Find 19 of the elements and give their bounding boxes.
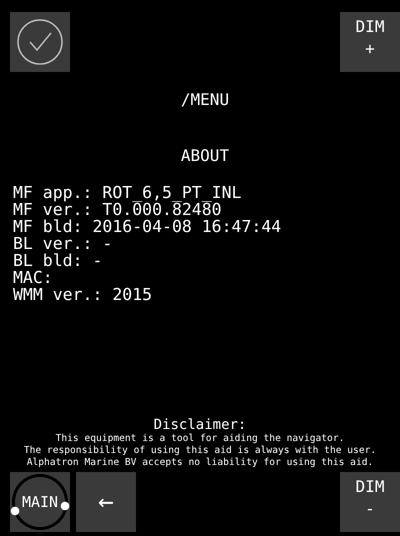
info-line: MF app.: ROT_6,5_PT_INL [13,184,242,201]
disclaimer-title: Disclaimer: [152,417,248,433]
page-title: ABOUT [180,145,230,167]
info-line: MF ver.: T0.000.82480 [13,201,222,218]
confirm-button[interactable] [10,12,70,72]
info-line: MF bld: 2016-04-08 16:47:44 [13,218,282,235]
menu-path: /MENU [180,89,230,111]
back-button[interactable]: ← [76,472,136,532]
info-line: BL bld: - [13,252,104,269]
disclaimer-text: This equipment is a tool for aiding the navigator. [54,433,346,445]
disclaimer-text: Alphatron Marine BV accepts no liability for using this aid. [26,457,374,469]
dim-button[interactable]: DIM + [340,12,400,72]
disclaimer-text: The responsibility of using this aid is always with the user. [22,445,378,457]
check-circle-icon [15,17,65,67]
main-button[interactable]: MAIN [10,472,70,532]
info-line: MAC: [13,269,54,286]
dim-button[interactable]: DIM - [340,472,400,532]
info-line: WMM ver.: 2015 [13,286,154,303]
info-line: BL ver.: - [13,235,114,252]
